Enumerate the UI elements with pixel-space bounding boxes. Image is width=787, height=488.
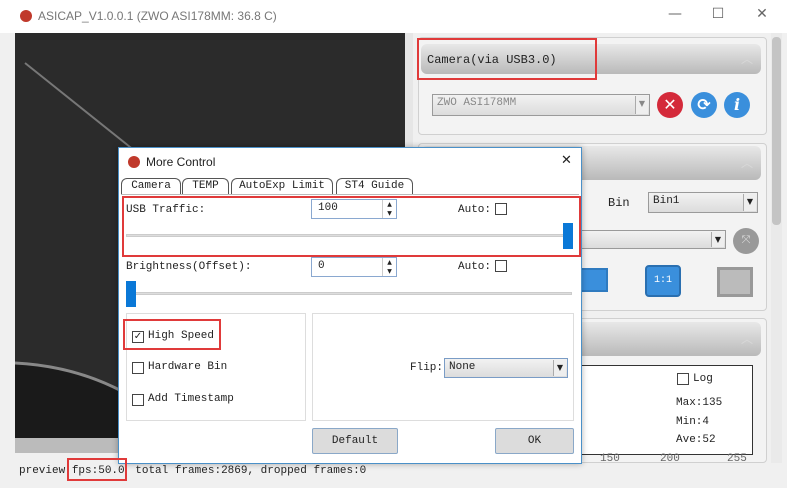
flip-label: Flip: (410, 362, 444, 374)
title-bar: ASICAP_V1.0.0.1 (ZWO ASI178MM: 36.8 C) —… (0, 0, 787, 33)
app-icon (20, 10, 32, 22)
status-frames: total frames:2869, dropped frames:0 (135, 465, 367, 477)
highlight-box (122, 196, 581, 257)
panel-scrollbar[interactable] (771, 33, 782, 463)
flip-value: None (449, 361, 476, 373)
status-preview: preview (19, 465, 66, 477)
brightness-auto-checkbox[interactable] (495, 260, 507, 272)
log-label: Log (693, 373, 713, 385)
collapse-icon[interactable]: ︿ (741, 330, 753, 347)
brightness-value: 0 (318, 260, 325, 272)
resolution-select[interactable]: ▼ (580, 230, 726, 249)
brightness-auto-label: Auto: (458, 261, 492, 273)
brightness-slider-handle[interactable] (126, 281, 136, 307)
chevron-down-icon: ▼ (743, 194, 756, 211)
collapse-icon[interactable]: ︿ (741, 50, 753, 67)
hist-max: Max:135 (676, 397, 723, 409)
default-button[interactable]: Default (312, 428, 398, 454)
highlight-box (123, 319, 221, 350)
dialog-close-button[interactable]: ✕ (561, 153, 572, 168)
minimize-button[interactable]: — (665, 6, 685, 26)
spin-arrows-icon[interactable]: ▲ ▼ (382, 258, 396, 276)
fit-icon[interactable]: ⤧ (733, 228, 759, 254)
scrollbar-thumb[interactable] (772, 37, 781, 225)
bin-select-value: Bin1 (653, 195, 680, 207)
fullscreen-button[interactable] (717, 267, 753, 297)
camera-select-value: ZWO ASI178MM (437, 97, 517, 109)
window-title: ASICAP_V1.0.0.1 (ZWO ASI178MM: 36.8 C) (38, 9, 277, 23)
hist-tick: 200 (660, 453, 680, 465)
brightness-label: Brightness(Offset): (126, 261, 252, 273)
hist-min: Min:4 (676, 416, 710, 428)
dialog-title: More Control (146, 155, 216, 169)
chevron-down-icon: ▼ (553, 360, 566, 376)
disconnect-icon[interactable]: ✕ (657, 92, 683, 118)
log-checkbox[interactable] (677, 373, 689, 385)
more-control-dialog: More Control ✕ Camera TEMP AutoExp Limit… (118, 147, 582, 464)
tab-temp[interactable]: TEMP (182, 178, 229, 194)
info-icon[interactable]: i (724, 92, 750, 118)
dialog-icon (128, 156, 140, 168)
hist-ave: Ave:52 (676, 434, 716, 446)
refresh-icon[interactable]: ⟳ (691, 92, 717, 118)
chevron-down-icon: ▼ (635, 96, 648, 114)
highlight-box (67, 458, 127, 481)
hist-tick: 150 (600, 453, 620, 465)
roi-button[interactable] (580, 268, 608, 292)
tab-camera[interactable]: Camera (121, 178, 181, 194)
bin-select[interactable]: Bin1 ▼ (648, 192, 758, 213)
tab-autoexp-limit[interactable]: AutoExp Limit (231, 178, 333, 194)
hardware-bin-label: Hardware Bin (148, 361, 228, 373)
hist-tick: 255 (727, 453, 747, 465)
histogram-chart (575, 365, 753, 455)
add-timestamp-checkbox[interactable] (132, 394, 144, 406)
close-button[interactable]: ✕ (752, 6, 772, 26)
maximize-button[interactable]: ☐ (708, 6, 728, 26)
flip-select[interactable]: None ▼ (444, 358, 568, 378)
add-timestamp-label: Add Timestamp (148, 393, 234, 405)
ok-button[interactable]: OK (495, 428, 574, 454)
brightness-spinbox[interactable]: 0 ▲ ▼ (311, 257, 397, 277)
tab-divider (121, 194, 579, 195)
highlight-box (417, 38, 597, 80)
camera-select[interactable]: ZWO ASI178MM ▼ (432, 94, 650, 116)
brightness-slider[interactable] (126, 292, 572, 295)
hardware-bin-checkbox[interactable] (132, 362, 144, 374)
bin-label: Bin (608, 196, 630, 210)
chevron-down-icon: ▼ (711, 232, 724, 247)
actual-size-button[interactable]: 1:1 (645, 265, 681, 297)
tab-st4-guide[interactable]: ST4 Guide (336, 178, 413, 194)
collapse-icon[interactable]: ︿ (741, 154, 753, 171)
